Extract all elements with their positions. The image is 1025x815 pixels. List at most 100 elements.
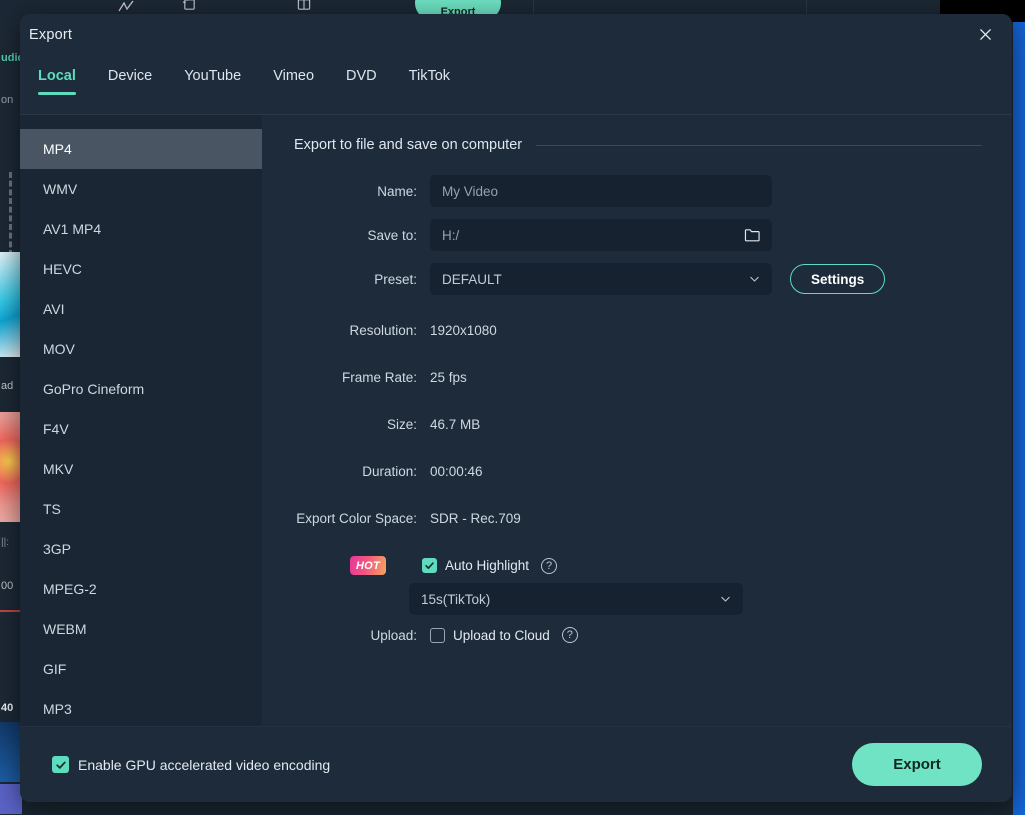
rail-thumbnail-2 <box>0 412 22 522</box>
tab-tiktok[interactable]: TikTok <box>400 65 459 103</box>
save-to-input[interactable]: H:/ <box>430 219 772 251</box>
background-blue-strip <box>1013 22 1025 815</box>
save-to-input-value: H:/ <box>442 227 460 243</box>
export-dialog: Export Local Device YouTube Vimeo DVD Ti… <box>20 14 1012 802</box>
rail-on-label: on <box>1 94 14 106</box>
format-item-gif[interactable]: GIF <box>20 649 262 689</box>
export-button[interactable]: Export <box>852 743 982 786</box>
section-title: Export to file and save on computer <box>294 137 523 153</box>
name-row: Name: My Video <box>294 175 982 207</box>
size-value: 46.7 MB <box>430 417 481 432</box>
preset-row: Preset: DEFAULT Settings <box>294 263 982 295</box>
format-item-mp4[interactable]: MP4 <box>20 129 262 169</box>
tab-vimeo[interactable]: Vimeo <box>264 65 323 103</box>
name-input-value: My Video <box>442 183 499 199</box>
tab-dvd[interactable]: DVD <box>337 65 386 103</box>
format-item-mkv[interactable]: MKV <box>20 449 262 489</box>
duration-label: Duration: <box>362 464 417 479</box>
export-tabbar: Local Device YouTube Vimeo DVD TikTok <box>20 55 1012 115</box>
format-item-wmv[interactable]: WMV <box>20 169 262 209</box>
highlight-duration-row: 15s(TikTok) <box>294 583 982 615</box>
rail-audio-label: udio <box>1 52 22 64</box>
gpu-acceleration-row: Enable GPU accelerated video encoding <box>52 756 330 773</box>
export-color-space-value: SDR - Rec.709 <box>430 511 521 526</box>
crop-icon[interactable] <box>182 0 197 12</box>
format-item-gopro-cineform[interactable]: GoPro Cineform <box>20 369 262 409</box>
format-item-av1-mp4[interactable]: AV1 MP4 <box>20 209 262 249</box>
settings-button[interactable]: Settings <box>790 264 886 294</box>
export-color-space-label: Export Color Space: <box>296 511 417 526</box>
format-item-mpeg-2[interactable]: MPEG-2 <box>20 569 262 609</box>
folder-icon <box>744 229 760 242</box>
format-item-hevc[interactable]: HEVC <box>20 249 262 289</box>
format-item-avi[interactable]: AVI <box>20 289 262 329</box>
format-item-ts[interactable]: TS <box>20 489 262 529</box>
rail-time-label: 00 <box>1 580 14 592</box>
tab-youtube[interactable]: YouTube <box>175 65 250 103</box>
preset-select-value: DEFAULT <box>442 271 502 287</box>
format-item-mp3[interactable]: MP3 <box>20 689 262 726</box>
section-header: Export to file and save on computer <box>294 137 982 153</box>
upload-label: Upload: <box>370 627 417 643</box>
highlight-duration-chevron <box>719 593 732 606</box>
export-options-panel: Export to file and save on computer Name… <box>262 115 1012 726</box>
tab-device[interactable]: Device <box>99 65 161 103</box>
format-item-3gp[interactable]: 3GP <box>20 529 262 569</box>
upload-to-cloud-label: Upload to Cloud <box>453 627 550 643</box>
upload-row: Upload: Upload to Cloud ? <box>294 627 982 643</box>
duration-row: Duration: 00:00:46 <box>294 448 982 495</box>
duration-value: 00:00:46 <box>430 464 483 479</box>
rail-thumbnail-1 <box>0 252 22 357</box>
close-button[interactable] <box>972 22 998 48</box>
rail-playhead-line <box>0 610 22 612</box>
name-input[interactable]: My Video <box>430 175 772 207</box>
close-icon <box>979 29 991 40</box>
frame-rate-row: Frame Rate: 25 fps <box>294 354 982 401</box>
gpu-acceleration-checkbox[interactable] <box>52 756 69 773</box>
section-divider <box>536 144 982 146</box>
hot-badge: HOT <box>350 556 386 575</box>
auto-highlight-help-icon[interactable]: ? <box>541 557 558 574</box>
export-color-space-row: Export Color Space: SDR - Rec.709 <box>294 495 982 542</box>
chevron-down-icon <box>750 276 759 282</box>
format-item-webm[interactable]: WEBM <box>20 609 262 649</box>
frame-rate-value: 25 fps <box>430 370 467 385</box>
rail-marker-label: 40 <box>1 702 14 714</box>
format-list: MP4 WMV AV1 MP4 HEVC AVI MOV GoPro Cinef… <box>20 115 262 726</box>
rail-bars-label: ||: <box>1 537 9 548</box>
save-to-row: Save to: H:/ <box>294 219 982 251</box>
browse-folder-button[interactable] <box>744 228 761 243</box>
size-label: Size: <box>386 417 417 432</box>
format-item-f4v[interactable]: F4V <box>20 409 262 449</box>
format-item-mov[interactable]: MOV <box>20 329 262 369</box>
resolution-row: Resolution: 1920x1080 <box>294 307 982 354</box>
check-icon <box>55 761 66 769</box>
speed-curve-icon[interactable] <box>118 0 134 14</box>
dialog-titlebar: Export <box>20 14 1012 55</box>
gpu-acceleration-label: Enable GPU accelerated video encoding <box>78 756 331 773</box>
dialog-title: Export <box>29 26 73 43</box>
dialog-footer: Enable GPU accelerated video encoding Ex… <box>20 726 1012 802</box>
auto-highlight-checkbox[interactable] <box>422 558 437 573</box>
resolution-label: Resolution: <box>349 323 417 338</box>
background-left-rail: udio on ad ||: 00 40 <box>0 22 22 815</box>
preset-select[interactable]: DEFAULT <box>430 263 772 295</box>
highlight-duration-select[interactable]: 15s(TikTok) <box>409 583 743 615</box>
save-to-label: Save to: <box>367 227 417 243</box>
preset-label: Preset: <box>374 271 417 287</box>
upload-to-cloud-checkbox[interactable] <box>430 627 445 643</box>
preset-chevron <box>748 273 761 286</box>
chevron-down-icon <box>721 596 730 602</box>
highlight-duration-value: 15s(TikTok) <box>421 591 491 607</box>
name-label: Name: <box>377 183 417 199</box>
rail-ad-label: ad <box>1 380 14 392</box>
frame-rate-label: Frame Rate: <box>341 370 417 385</box>
check-icon <box>425 562 434 569</box>
tab-local[interactable]: Local <box>29 65 85 103</box>
upload-to-cloud-help-icon[interactable]: ? <box>561 627 578 643</box>
rail-thumbnail-3 <box>0 722 22 782</box>
split-screen-icon[interactable] <box>296 0 312 12</box>
auto-highlight-label: Auto Highlight <box>445 558 530 573</box>
rail-thumbnail-4 <box>0 784 22 814</box>
auto-highlight-row: HOT Auto Highlight ? <box>294 556 982 575</box>
